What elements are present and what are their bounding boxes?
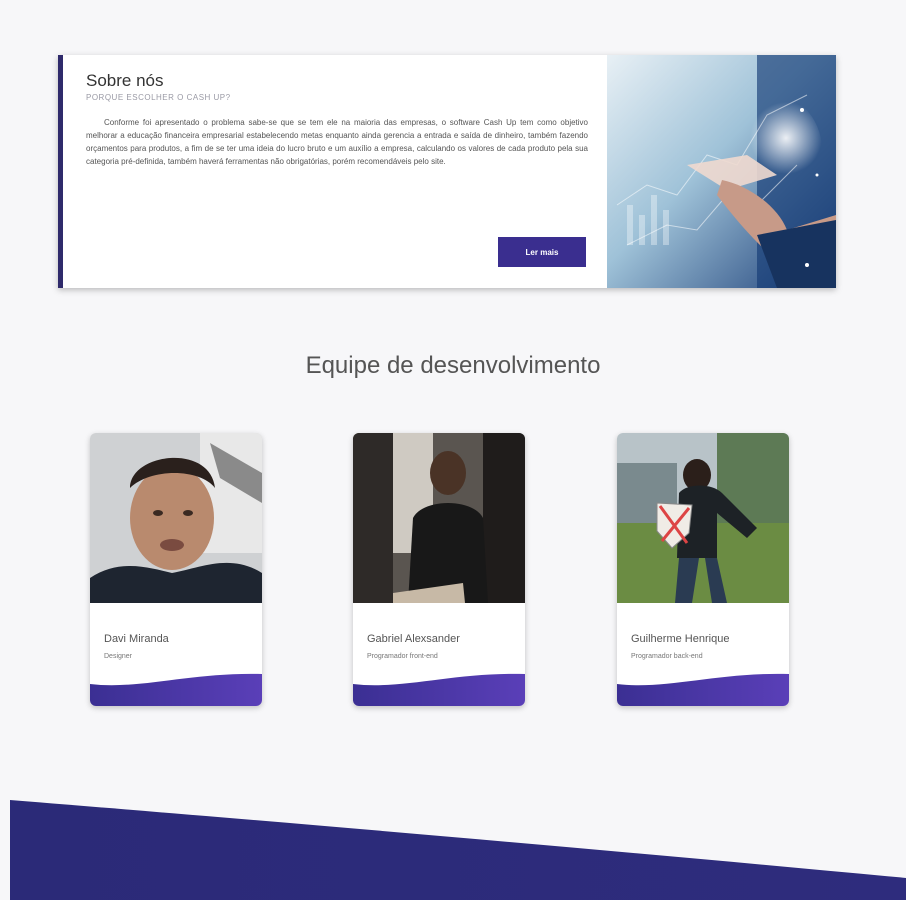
card-wave-decoration — [353, 673, 525, 706]
finance-chart-hand-image — [607, 55, 836, 288]
about-card: Sobre nós PORQUE ESCOLHER O CASH UP? Con… — [58, 55, 836, 288]
team-member-card[interactable]: Guilherme Henrique Programador back-end — [617, 433, 789, 706]
card-wave-decoration — [90, 673, 262, 706]
team-member-card[interactable]: Gabriel Alexsander Programador front-end — [353, 433, 525, 706]
card-wave-decoration — [617, 673, 789, 706]
member-photo — [617, 433, 789, 603]
member-role: Programador front-end — [367, 653, 438, 660]
about-subtitle: PORQUE ESCOLHER O CASH UP? — [86, 93, 231, 102]
page: Sobre nós PORQUE ESCOLHER O CASH UP? Con… — [0, 0, 906, 900]
member-name: Gabriel Alexsander — [367, 633, 460, 645]
about-body: Conforme foi apresentado o problema sabe… — [86, 118, 588, 166]
person-photo-image — [617, 433, 789, 603]
team-section-title: Equipe de desenvolvimento — [305, 352, 601, 379]
person-photo-image — [353, 433, 525, 603]
member-name: Davi Miranda — [104, 633, 169, 645]
about-title: Sobre nós — [86, 71, 164, 90]
person-photo-image — [90, 433, 262, 603]
member-name: Guilherme Henrique — [631, 633, 730, 645]
team-member-card[interactable]: Davi Miranda Designer — [90, 433, 262, 706]
about-text-block: Sobre nós PORQUE ESCOLHER O CASH UP? Con… — [86, 71, 588, 168]
member-photo — [353, 433, 525, 603]
member-role: Designer — [104, 653, 133, 660]
read-more-button[interactable]: Ler mais — [498, 237, 586, 267]
member-photo — [90, 433, 262, 603]
about-image — [607, 55, 836, 288]
footer-wave-decoration — [10, 800, 906, 900]
member-role: Programador back-end — [631, 653, 703, 660]
